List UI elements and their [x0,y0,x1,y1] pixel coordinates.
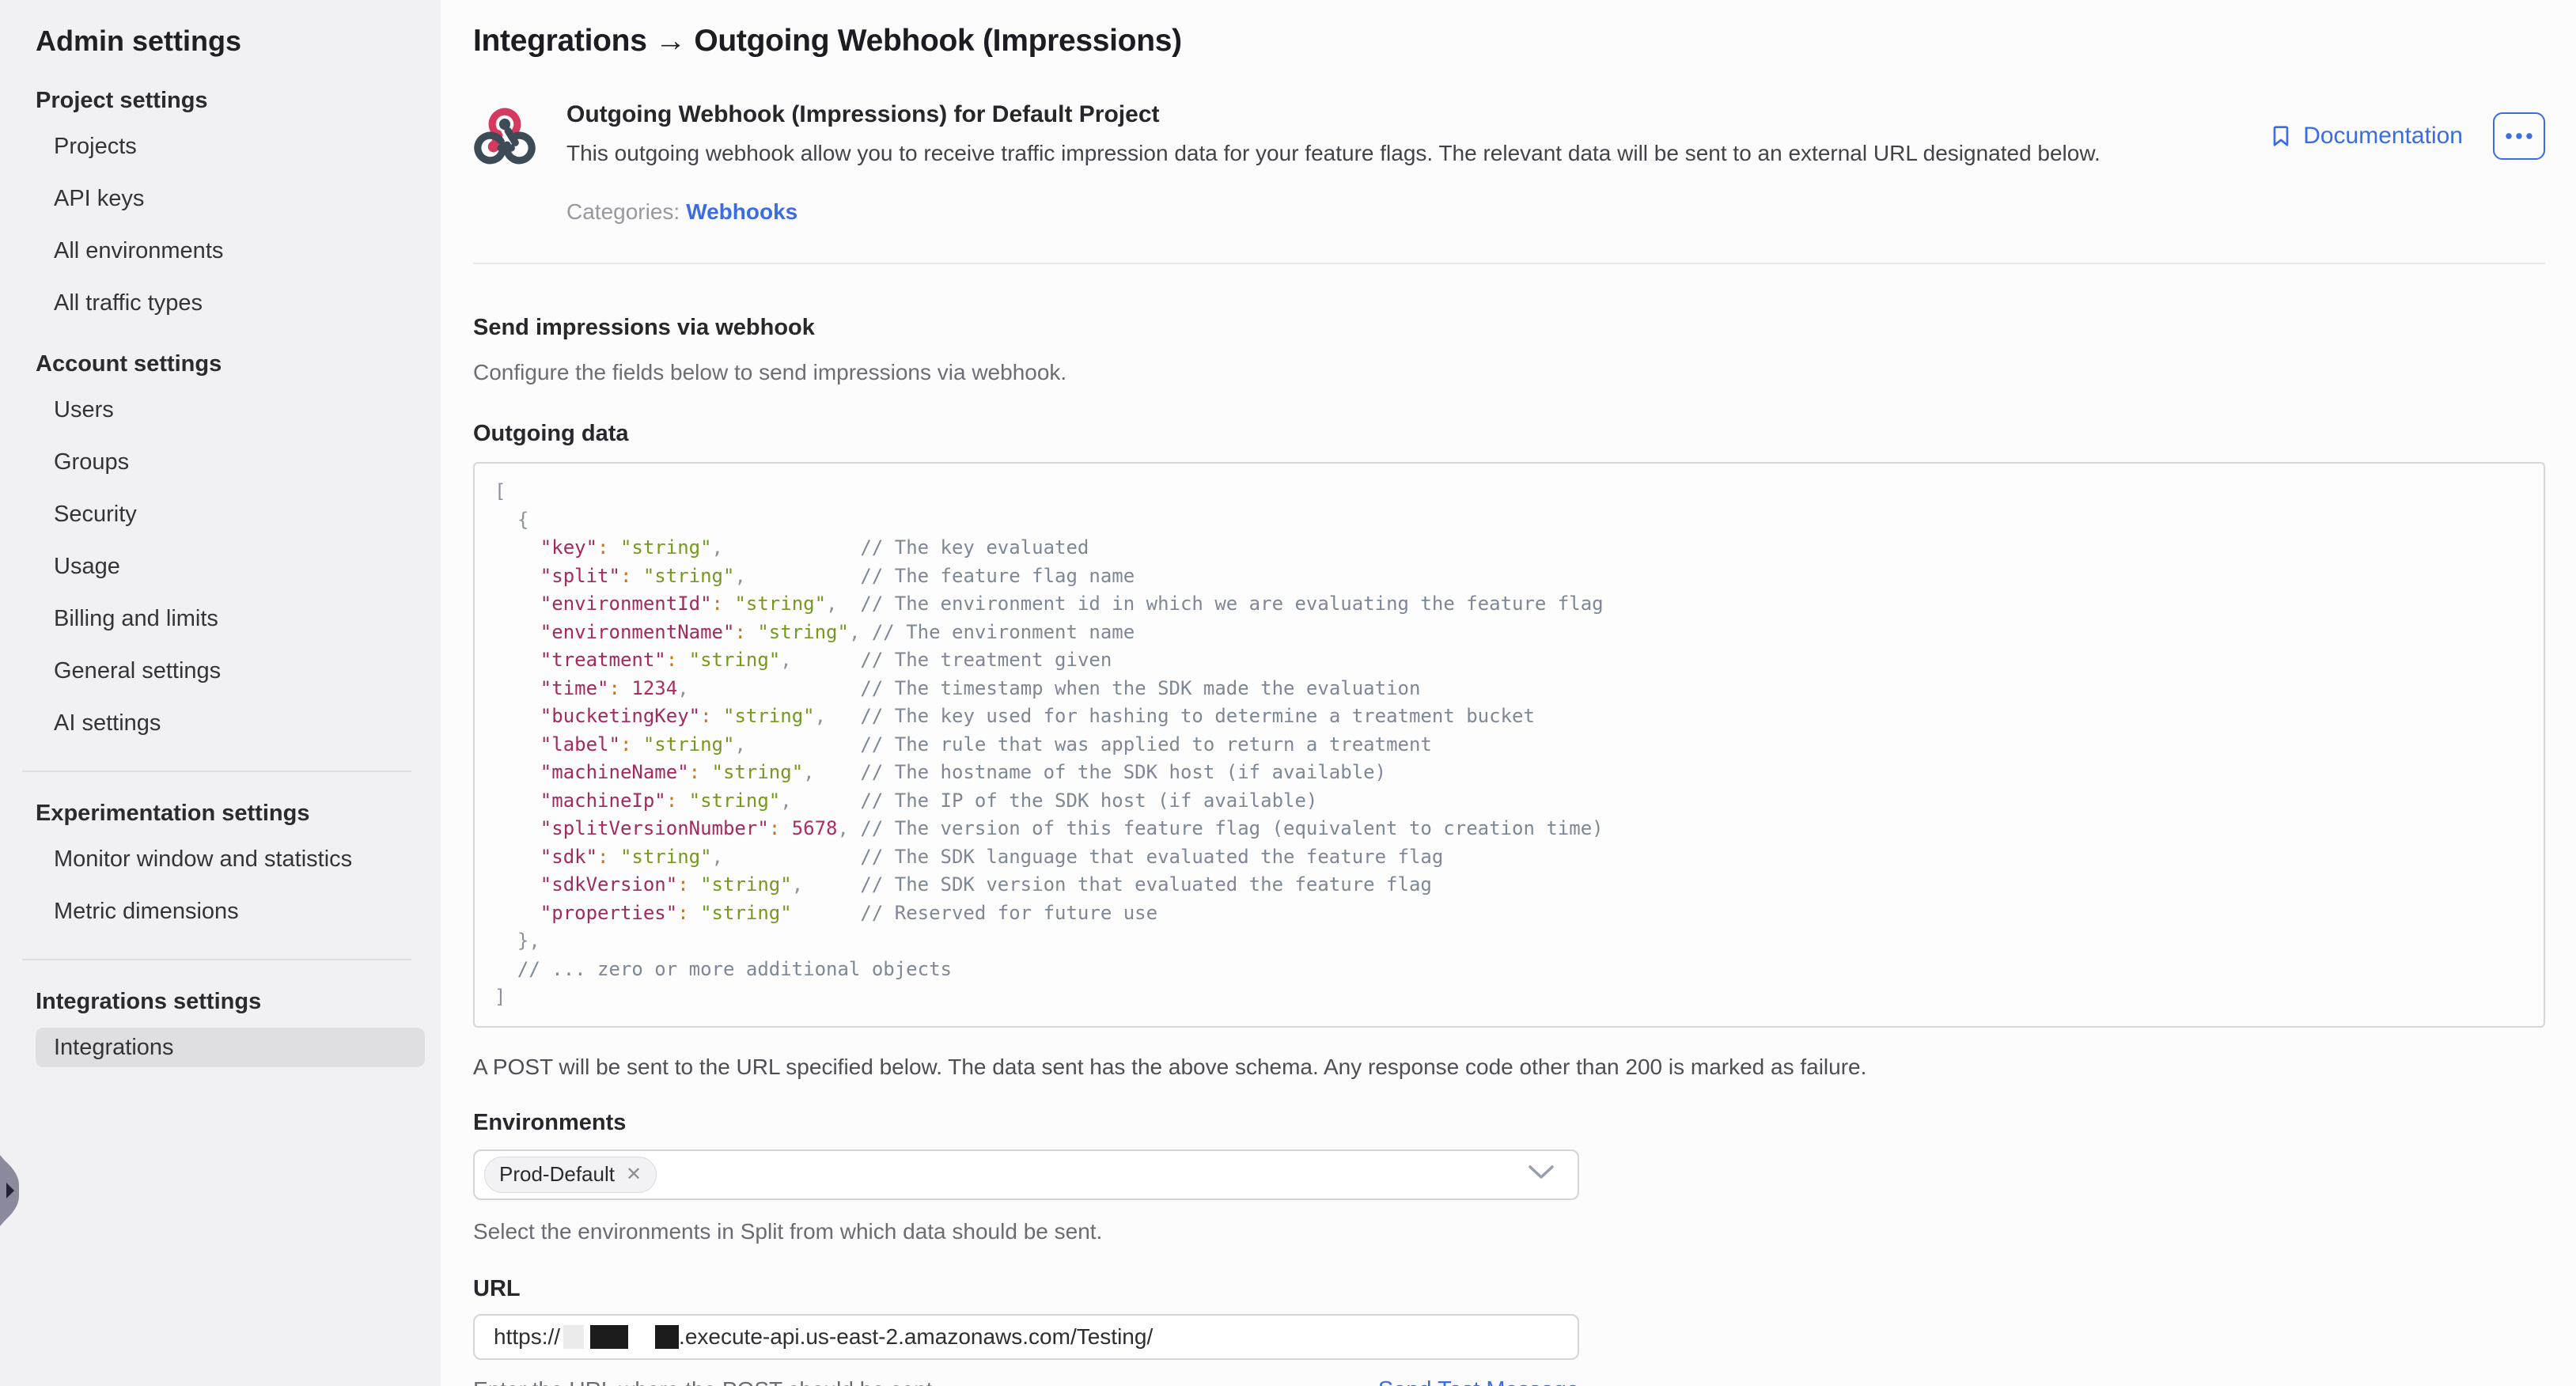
documentation-label: Documentation [2303,123,2463,150]
code-line: "label": "string", // The rule that was … [494,731,2524,759]
sidebar-collapse-handle[interactable] [0,1155,19,1226]
outgoing-data-schema: [ { "key": "string", // The key evaluate… [473,462,2545,1028]
category-webhooks-link[interactable]: Webhooks [686,199,797,224]
code-line: ] [494,983,2524,1012]
remove-environment-icon[interactable]: ✕ [626,1163,642,1186]
code-line: "split": "string", // The feature flag n… [494,562,2524,591]
environments-help: Select the environments in Split from wh… [473,1217,2545,1246]
section-header-integrations-settings: Integrations settings [36,988,425,1015]
sidebar-item-metric-dimensions[interactable]: Metric dimensions [36,892,425,931]
code-line: "bucketingKey": "string", // The key use… [494,702,2524,731]
sidebar-divider [22,771,411,772]
code-line: "splitVersionNumber": 5678, // The versi… [494,815,2524,843]
redacted-block [655,1325,679,1349]
url-label: URL [473,1274,2545,1303]
header-divider [473,263,2545,264]
sidebar-section-account-settings: Account settings Users Groups Security U… [36,350,425,743]
sidebar-item-projects[interactable]: Projects [36,127,425,166]
code-line: // ... zero or more additional objects [494,956,2524,984]
section-title: Send impressions via webhook [473,313,2545,342]
integration-header: Outgoing Webhook (Impressions) for Defau… [473,100,2545,225]
code-line: "sdk": "string", // The SDK language tha… [494,843,2524,872]
url-help: Enter the URL where the POST should be s… [473,1376,938,1386]
integration-description: This outgoing webhook allow you to recei… [566,139,2268,168]
admin-settings-sidebar: Admin settings Project settings Projects… [0,0,441,1386]
integration-name: Outgoing Webhook (Impressions) for Defau… [566,100,2268,130]
outgoing-data-label: Outgoing data [473,419,2545,448]
sidebar-item-monitor-window-and-statistics[interactable]: Monitor window and statistics [36,839,425,879]
code-line: "machineName": "string", // The hostname… [494,759,2524,787]
url-input[interactable]: https:// .execute-api.us-east-2.amazonaws… [473,1314,1579,1360]
code-line: "environmentName": "string", // The envi… [494,619,2524,647]
sidebar-section-experimentation-settings: Experimentation settings Monitor window … [36,800,425,931]
redacted-block [563,1325,584,1349]
integration-actions: Documentation [2268,112,2545,160]
sidebar-item-ai-settings[interactable]: AI settings [36,703,425,743]
send-test-message-link[interactable]: Send Test Message [1378,1377,1579,1386]
code-line: }, [494,927,2524,956]
sidebar-title: Admin settings [36,24,425,59]
sidebar-item-billing-and-limits[interactable]: Billing and limits [36,599,425,638]
documentation-link[interactable]: Documentation [2268,123,2463,150]
page-title-breadcrumb: Integrations → Outgoing Webhook (Impress… [473,22,2545,60]
sidebar-item-api-keys[interactable]: API keys [36,179,425,218]
url-value-prefix: https:// [494,1324,560,1350]
section-header-experimentation-settings: Experimentation settings [36,800,425,827]
ellipsis-icon [2505,132,2533,140]
sidebar-section-project-settings: Project settings Projects API keys All e… [36,87,425,323]
code-line: "sdkVersion": "string", // The SDK versi… [494,871,2524,899]
sidebar-item-general-settings[interactable]: General settings [36,651,425,691]
environment-chip[interactable]: Prod-Default ✕ [484,1157,657,1193]
code-line: "treatment": "string", // The treatment … [494,646,2524,675]
url-value-suffix: .execute-api.us-east-2.amazonaws.com/Tes… [679,1324,1153,1350]
sidebar-item-users[interactable]: Users [36,390,425,430]
integration-categories: Categories:Webhooks [566,199,2268,225]
chevron-down-icon[interactable] [1527,1164,1555,1185]
section-header-account-settings: Account settings [36,350,425,377]
url-footer-row: Enter the URL where the POST should be s… [473,1376,1579,1386]
main-content: Integrations → Outgoing Webhook (Impress… [441,0,2576,1386]
sidebar-divider [22,959,411,960]
code-line: "environmentId": "string", // The enviro… [494,590,2524,619]
sidebar-item-integrations[interactable]: Integrations [36,1028,425,1067]
sidebar-item-all-traffic-types[interactable]: All traffic types [36,283,425,323]
environments-select[interactable]: Prod-Default ✕ [473,1149,1579,1200]
code-line: { [494,506,2524,535]
sidebar-section-integrations-settings: Integrations settings Integrations [36,988,425,1067]
webhook-icon [473,104,536,172]
section-subtitle: Configure the fields below to send impre… [473,359,2545,386]
code-line: "machineIp": "string", // The IP of the … [494,787,2524,816]
redacted-block [590,1325,628,1349]
code-line: [ [494,478,2524,506]
post-note: A POST will be sent to the URL specified… [473,1053,2545,1081]
code-line: "time": 1234, // The timestamp when the … [494,675,2524,703]
more-options-button[interactable] [2493,112,2545,160]
sidebar-item-all-environments[interactable]: All environments [36,231,425,271]
environments-label: Environments [473,1108,2545,1137]
categories-label: Categories: [566,199,680,224]
sidebar-item-usage[interactable]: Usage [36,547,425,586]
code-line: "properties": "string" // Reserved for f… [494,899,2524,928]
integration-info: Outgoing Webhook (Impressions) for Defau… [566,100,2268,225]
bookmark-icon [2268,123,2294,149]
sidebar-item-groups[interactable]: Groups [36,442,425,482]
code-line: "key": "string", // The key evaluated [494,534,2524,562]
environment-chip-label: Prod-Default [499,1162,615,1187]
app-window: Admin settings Project settings Projects… [0,0,2576,1386]
sidebar-item-security[interactable]: Security [36,494,425,534]
section-header-project-settings: Project settings [36,87,425,114]
